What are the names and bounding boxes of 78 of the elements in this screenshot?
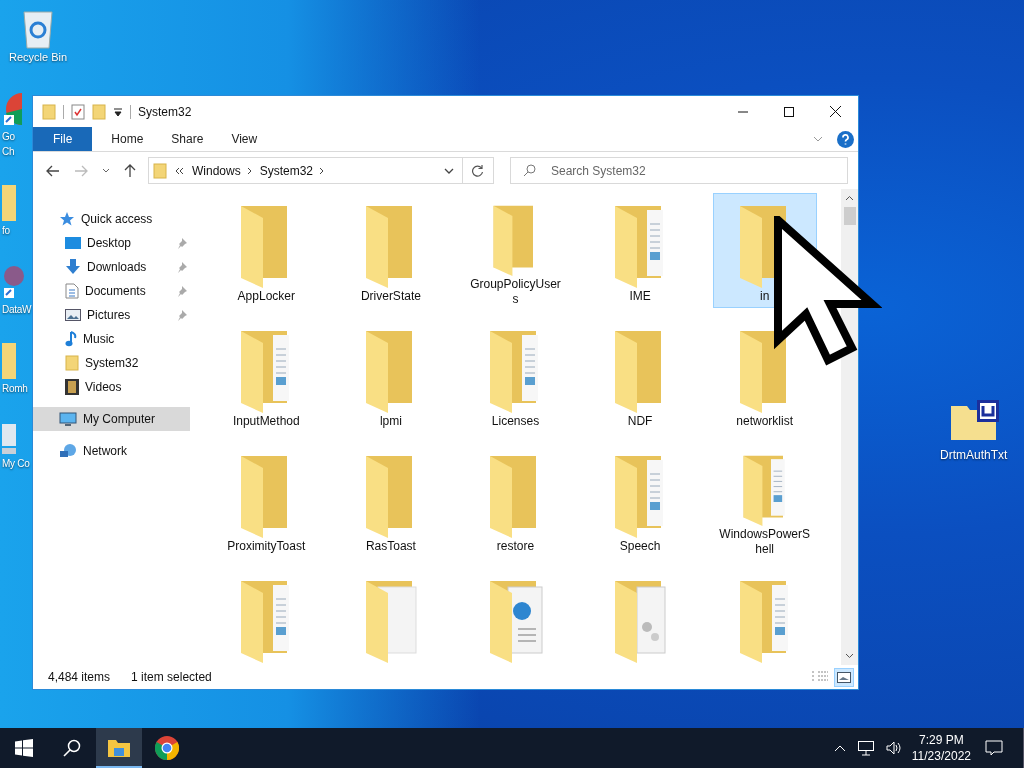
nav-item[interactable]: Videos — [33, 375, 190, 399]
clock[interactable]: 7:29 PM 11/23/2022 — [911, 732, 971, 764]
windows-logo-icon — [15, 739, 33, 757]
browser-icon — [155, 736, 179, 760]
scroll-down-icon[interactable] — [845, 653, 854, 659]
folder-item[interactable]: Speech — [588, 443, 693, 558]
breadcrumb-item[interactable]: System32 — [259, 163, 314, 178]
nav-item[interactable]: Music — [33, 327, 190, 351]
music-note-icon — [65, 331, 77, 347]
nav-item[interactable]: Desktop — [33, 231, 190, 255]
ribbon-tab[interactable]: View — [218, 127, 271, 151]
nav-item[interactable]: Quick access — [33, 207, 190, 231]
search-icon — [63, 739, 81, 757]
scroll-up-icon[interactable] — [845, 195, 854, 201]
folder-item[interactable]: Licenses — [463, 318, 568, 433]
window-title: System32 — [138, 104, 192, 119]
nav-item[interactable]: Network — [33, 439, 190, 463]
folder-item[interactable]: GroupPolicyUsers — [463, 193, 568, 308]
picture-icon — [65, 308, 81, 322]
document-icon — [65, 283, 79, 299]
search-field[interactable]: Search System32 — [510, 157, 848, 184]
recent-icon[interactable] — [102, 168, 110, 173]
document-folder-icon[interactable] — [948, 400, 999, 442]
folder-icon — [65, 355, 79, 371]
folder-item[interactable]: IME — [588, 193, 693, 308]
folder-item[interactable]: RasToast — [338, 443, 443, 558]
address-bar[interactable]: Windows System32 — [148, 157, 494, 184]
folder-item[interactable]: InputMethod — [214, 318, 319, 433]
folder-icon — [153, 162, 167, 179]
folder-item[interactable]: lpmi — [338, 318, 443, 433]
up-icon[interactable] — [124, 163, 136, 178]
item-count: 4,484 items — [48, 670, 111, 684]
selection-count: 1 item selected — [131, 670, 212, 684]
folder-icon — [107, 738, 131, 758]
expand-ribbon-icon[interactable] — [813, 136, 823, 142]
folder-item[interactable]: ProximityToast — [214, 443, 319, 558]
dropdown-icon[interactable] — [113, 106, 123, 117]
nav-item[interactable]: System32 — [33, 351, 190, 375]
chevron-icon[interactable] — [246, 166, 252, 175]
network-icon — [59, 443, 77, 459]
ribbon-tab[interactable]: Home — [98, 127, 157, 151]
breadcrumb-item[interactable]: Windows — [192, 163, 241, 178]
large-icons-view-button[interactable] — [834, 667, 854, 687]
folder-item[interactable]: restore — [463, 443, 568, 558]
desktop-icon-label[interactable]: DrtmAuthTxt — [940, 448, 1008, 463]
volume-icon[interactable] — [885, 741, 902, 755]
scroll-thumb[interactable] — [843, 207, 856, 225]
film-icon — [65, 379, 79, 395]
star-icon — [59, 211, 75, 227]
picture-icon — [837, 671, 851, 683]
folder-item[interactable]: DriverState — [338, 193, 443, 308]
dropdown-icon[interactable] — [444, 167, 454, 174]
folder-item[interactable]: NDF — [588, 318, 693, 433]
notifications-icon[interactable] — [985, 740, 1003, 756]
ribbon-tab[interactable]: File — [33, 127, 93, 151]
nav-item[interactable]: Downloads — [33, 255, 190, 279]
desktop-icon — [65, 236, 81, 250]
maximize-icon — [784, 106, 794, 117]
chevron-icon[interactable] — [319, 166, 325, 175]
folder-item[interactable]: WindowsPowerShell — [712, 443, 817, 558]
nav-item[interactable]: Pictures — [33, 303, 190, 327]
help-icon[interactable] — [837, 130, 854, 148]
back-icon[interactable] — [46, 164, 60, 177]
overflow-icon[interactable] — [175, 166, 184, 175]
folder-item[interactable]: AppLocker — [214, 193, 319, 308]
computer-icon — [59, 411, 77, 427]
properties-icon[interactable] — [71, 103, 85, 120]
file-explorer-button[interactable] — [96, 728, 142, 768]
nav-item[interactable]: My Computer — [33, 407, 190, 431]
ribbon-tab[interactable]: Share — [158, 127, 217, 151]
show-hidden-icons-icon[interactable] — [833, 744, 846, 752]
refresh-icon[interactable] — [471, 164, 484, 177]
network-icon[interactable] — [857, 740, 874, 756]
download-icon — [65, 259, 81, 275]
nav-item[interactable]: Documents — [33, 279, 190, 303]
close-icon — [829, 106, 841, 117]
folder-item[interactable]: networklist — [712, 318, 817, 433]
search-icon — [523, 164, 536, 177]
